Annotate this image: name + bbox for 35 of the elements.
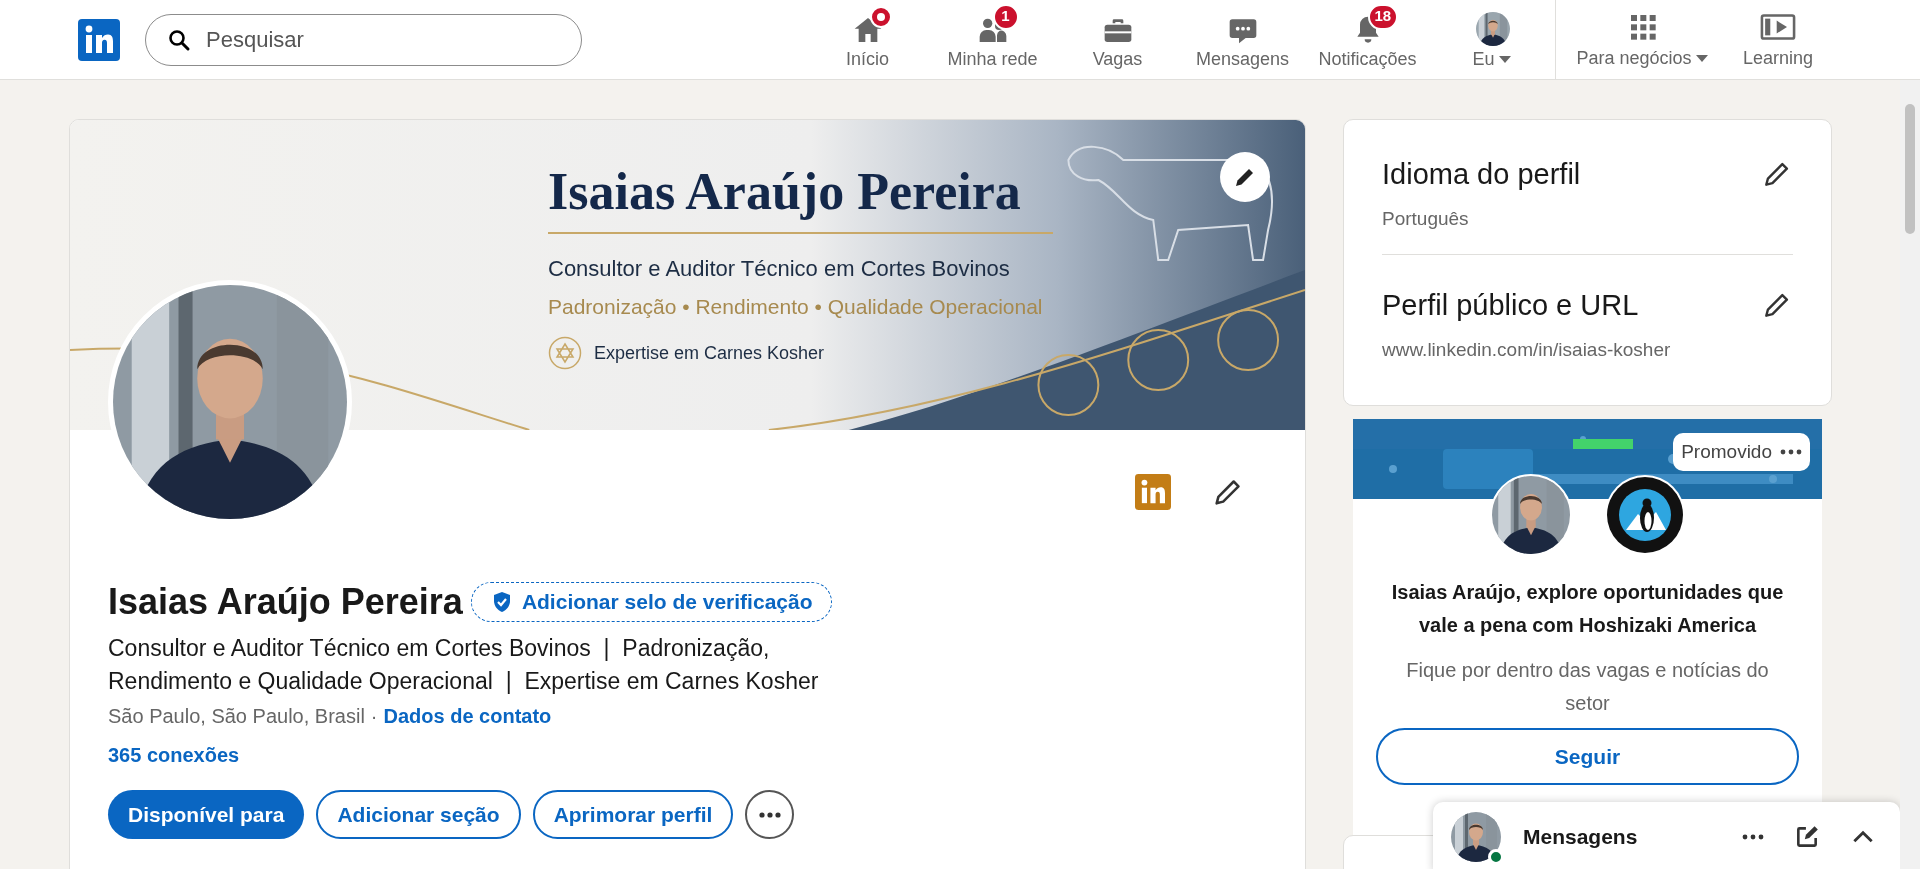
separator-dot: · xyxy=(370,704,378,729)
notification-badge: 1 xyxy=(992,3,1019,30)
nav-item[interactable]: Vagas xyxy=(1055,0,1180,79)
nav-item[interactable]: 18 Notificações xyxy=(1305,0,1430,79)
outline-button[interactable]: Aprimorar perfil xyxy=(532,790,734,839)
section-title: Perfil público e URL xyxy=(1382,288,1639,323)
more-icon[interactable] xyxy=(1742,834,1764,840)
linkedin-logo-icon[interactable] xyxy=(1135,474,1171,510)
messaging-bar[interactable]: Mensagens xyxy=(1433,802,1900,869)
follow-button[interactable]: Seguir xyxy=(1376,728,1799,785)
messaging-title: Mensagens xyxy=(1523,824,1638,851)
more-icon xyxy=(758,811,781,818)
setting-value: Português xyxy=(1382,207,1470,231)
location-text: São Paulo, São Paulo, Brasil xyxy=(108,704,365,729)
search-field[interactable]: Pesquisar xyxy=(145,13,582,66)
nav-item[interactable]: Eu xyxy=(1430,0,1555,79)
nav-item[interactable]: Para negócios xyxy=(1568,0,1718,79)
linkedin-logo-icon[interactable] xyxy=(78,18,120,61)
section-title: Idioma do perfil xyxy=(1382,157,1581,192)
outline-button[interactable]: Adicionar seção xyxy=(316,790,521,839)
compose-icon[interactable] xyxy=(1794,824,1820,850)
setting-value: www.linkedin.com/in/isaias-kosher xyxy=(1382,338,1672,362)
nav-item[interactable]: 1 Minha rede xyxy=(930,0,1055,79)
nav-item[interactable]: Início xyxy=(805,0,930,79)
connections-link[interactable]: 365 conexões xyxy=(108,740,1267,770)
ad-headline: Isaias Araújo, explore oportunidades que vale a pena com Hoshizaki America xyxy=(1390,580,1785,638)
nav-item[interactable]: Learning xyxy=(1728,0,1828,79)
notification-badge: 18 xyxy=(1367,3,1399,30)
profile-headline: Consultor e Auditor Técnico em Cortes Bovinos | Padronização, Rendimento e Qualidade Operacional | Expertise em Carnes Kosher xyxy=(108,634,820,696)
contact-link[interactable]: Dados de contato xyxy=(383,700,552,732)
profile-name: Isaias Araújo Pereira xyxy=(108,580,463,624)
primary-button[interactable]: Disponível para xyxy=(108,790,305,839)
more-button[interactable] xyxy=(745,790,795,839)
nav-item[interactable]: Mensagens xyxy=(1180,0,1305,79)
ad-description: Fique por dentro das vagas e notícias do setor xyxy=(1405,658,1770,716)
